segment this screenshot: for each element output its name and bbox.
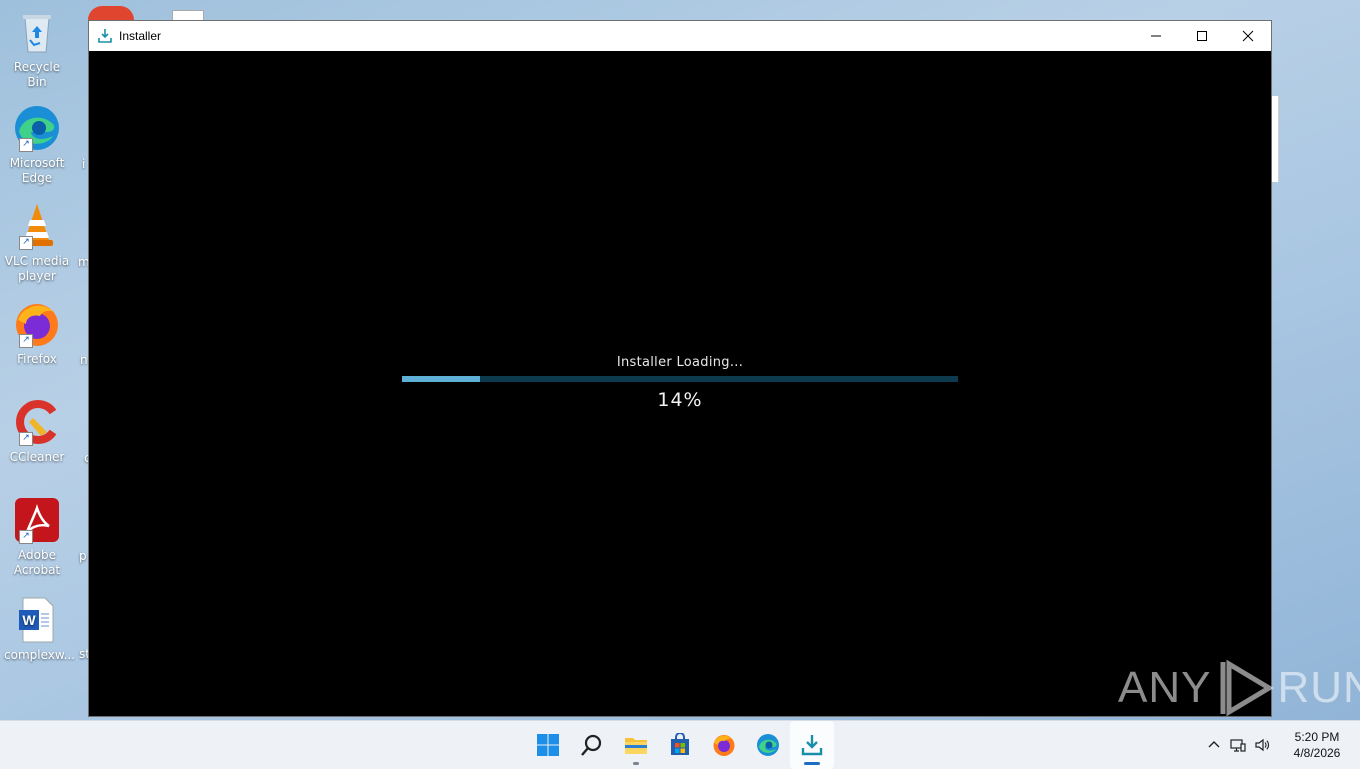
firefox-icon: ↗ [13, 300, 61, 348]
progress-bar-fill [402, 376, 480, 382]
edge-icon [757, 734, 779, 756]
maximize-button[interactable] [1179, 21, 1225, 51]
partial-desktop-label: i [82, 157, 86, 171]
svg-text:W: W [22, 612, 36, 628]
minimize-icon [1151, 35, 1161, 37]
edge-icon: ↗ [13, 104, 61, 152]
start-icon [537, 734, 559, 756]
desktop-icon-ccleaner[interactable]: ↗ CCleaner [4, 398, 70, 465]
partial-desktop-icon [88, 6, 134, 20]
loading-label: Installer Loading... [616, 355, 744, 370]
desktop-icon-label: Microsoft Edge [9, 156, 65, 185]
clock-time: 5:20 PM [1294, 730, 1340, 744]
watermark-text-right: RUN [1277, 663, 1360, 712]
recycle-bin-icon [13, 8, 61, 56]
taskbar-installer[interactable] [790, 721, 834, 769]
file-explorer-icon [625, 738, 647, 754]
taskbar: 5:20 PM 4/8/2026 [0, 720, 1360, 769]
desktop-icon-word-document[interactable]: W complexw... [4, 596, 76, 663]
desktop-icon-firefox[interactable]: ↗ Firefox [4, 300, 70, 367]
maximize-icon [1197, 31, 1207, 41]
progress-bar [402, 376, 958, 382]
desktop-icon-adobe-acrobat[interactable]: ↗ Adobe Acrobat [4, 496, 70, 578]
installer-icon [801, 735, 823, 756]
start-button[interactable] [526, 721, 570, 769]
desktop-icon-edge[interactable]: ↗ Microsoft Edge [4, 104, 70, 186]
desktop-icon-label: VLC media player [4, 254, 70, 283]
installer-window: Installer Installer Loading... 14% [88, 20, 1272, 717]
window-title: Installer [119, 29, 162, 43]
word-document-icon: W [13, 596, 61, 644]
show-hidden-icons-button[interactable] [1202, 721, 1226, 769]
window-titlebar[interactable]: Installer [89, 21, 1271, 51]
progress-percent: 14% [657, 389, 703, 411]
volume-button[interactable] [1250, 721, 1274, 769]
close-icon [1242, 30, 1254, 42]
installer-content: Installer Loading... 14% [89, 51, 1271, 716]
partial-desktop-label: n [80, 353, 88, 367]
desktop-icon-vlc[interactable]: ↗ VLC media player [4, 202, 70, 284]
clock-date: 4/8/2026 [1293, 746, 1341, 760]
desktop-icon-recycle-bin[interactable]: Recycle Bin [4, 8, 70, 90]
vlc-cone-icon: ↗ [13, 202, 61, 250]
running-indicator [633, 762, 639, 765]
taskbar-file-explorer[interactable] [614, 721, 658, 769]
partial-desktop-label: p [79, 549, 87, 563]
taskbar-search-button[interactable] [570, 721, 614, 769]
taskbar-edge[interactable] [746, 721, 790, 769]
taskbar-clock[interactable]: 5:20 PM 4/8/2026 [1280, 729, 1354, 761]
desktop-icon-label: Recycle Bin [13, 60, 61, 89]
acrobat-icon: ↗ [13, 496, 61, 544]
ccleaner-icon: ↗ [13, 398, 61, 446]
desktop-icon-label: CCleaner [9, 450, 65, 464]
firefox-icon [713, 735, 735, 756]
store-icon [671, 733, 689, 755]
desktop-icon-label: Firefox [17, 352, 57, 366]
play-logo-icon [1220, 659, 1275, 717]
system-tray: 5:20 PM 4/8/2026 [1202, 721, 1360, 769]
taskbar-store[interactable] [658, 721, 702, 769]
minimize-button[interactable] [1133, 21, 1179, 51]
taskbar-firefox[interactable] [702, 721, 746, 769]
desktop-icon-label: Adobe Acrobat [13, 548, 61, 577]
installer-app-icon [98, 29, 112, 43]
network-button[interactable] [1226, 721, 1250, 769]
anyrun-watermark: ANY RUN [1118, 658, 1360, 718]
network-icon [1230, 739, 1246, 752]
chevron-up-icon [1208, 741, 1220, 748]
watermark-text-left: ANY [1118, 663, 1212, 712]
close-button[interactable] [1225, 21, 1271, 51]
active-indicator [804, 762, 820, 765]
desktop-icon-label: complexw... [4, 648, 76, 662]
speaker-icon [1255, 738, 1269, 752]
search-icon [581, 734, 602, 756]
